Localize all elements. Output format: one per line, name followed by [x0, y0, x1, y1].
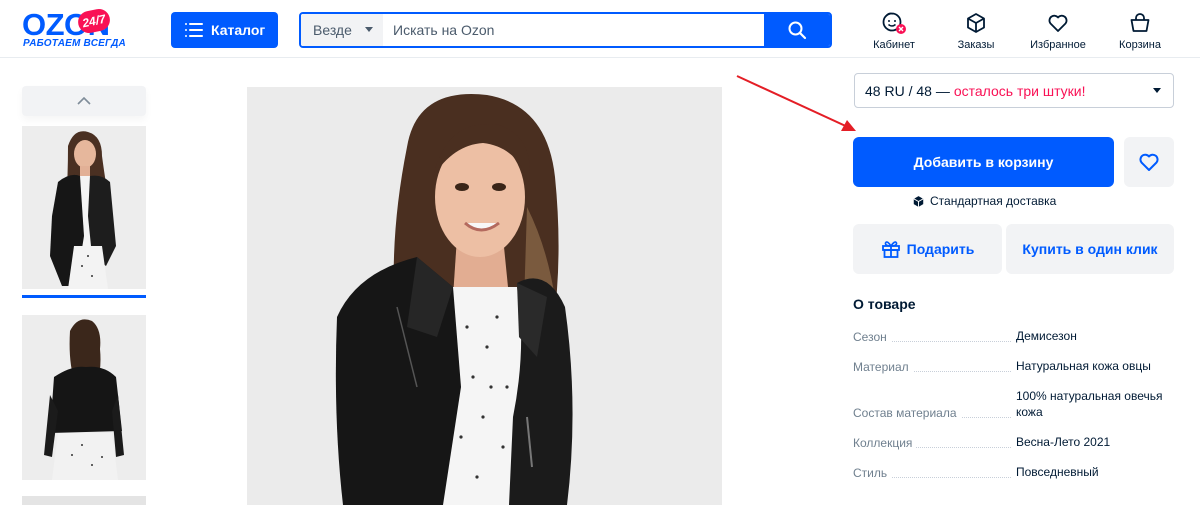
- spec-key: Коллекция: [853, 436, 917, 450]
- gift-button[interactable]: Подарить: [853, 224, 1002, 274]
- spec-key: Стиль: [853, 466, 892, 480]
- spec-row: Состав материала 100% натуральная овечья…: [853, 388, 1173, 420]
- cart-icon: [1130, 13, 1150, 32]
- spec-key: Состав материала: [853, 406, 961, 420]
- nav-cabinet[interactable]: Кабинет: [856, 10, 932, 51]
- search-input[interactable]: [383, 14, 764, 46]
- nav-cabinet-label: Кабинет: [873, 39, 915, 51]
- search-button[interactable]: [764, 14, 830, 46]
- buy-one-click-label: Купить в один клик: [1022, 241, 1158, 257]
- logo-tagline: РАБОТАЕМ ВСЕГДА: [23, 38, 126, 49]
- nav-favorites-label: Избранное: [1030, 39, 1086, 51]
- spec-value: Демисезон: [1016, 329, 1077, 343]
- menu-icon: [185, 23, 203, 37]
- site-header: OZON 24/7 РАБОТАЕМ ВСЕГДА Каталог Везде: [0, 0, 1200, 58]
- box-icon: [967, 13, 985, 33]
- spec-value: 100% натуральная овечья кожа: [1016, 389, 1163, 419]
- delivery-label: Стандартная доставка: [930, 194, 1057, 208]
- search-icon: [788, 21, 807, 40]
- spec-value: Весна-Лето 2021: [1016, 435, 1111, 449]
- spec-key: Материал: [853, 360, 913, 374]
- nav-cart[interactable]: Корзина: [1102, 10, 1178, 51]
- add-to-favorites-button[interactable]: [1124, 137, 1174, 187]
- gift-label: Подарить: [906, 241, 975, 257]
- nav-orders-label: Заказы: [957, 39, 995, 51]
- main-product-image[interactable]: [247, 87, 722, 505]
- spec-row: Сезон Демисезон: [853, 328, 1173, 344]
- red-arrow-annotation: [736, 75, 856, 131]
- search-scope-select[interactable]: Везде: [301, 14, 383, 46]
- thumbnail-front-image: [22, 126, 146, 289]
- chevron-down-icon: [1153, 88, 1161, 93]
- nav-favorites[interactable]: Избранное: [1020, 10, 1096, 51]
- size-select-value: 48 RU / 48 —: [865, 82, 950, 99]
- add-to-cart-button[interactable]: Добавить в корзину: [853, 137, 1114, 187]
- size-select[interactable]: 48 RU / 48 — осталось три штуки!: [854, 73, 1174, 108]
- spec-value: Повседневный: [1016, 465, 1099, 479]
- about-product-title: О товаре: [853, 296, 916, 312]
- thumbnail-next-partial[interactable]: [22, 496, 146, 505]
- spec-key: Сезон: [853, 330, 891, 344]
- search-scope-label: Везде: [313, 22, 352, 38]
- profile-icon: [882, 12, 906, 34]
- spec-value: Натуральная кожа овцы: [1016, 359, 1151, 373]
- spec-row: Материал Натуральная кожа овцы: [853, 358, 1173, 374]
- catalog-label: Каталог: [211, 22, 266, 38]
- catalog-button[interactable]: Каталог: [171, 12, 278, 48]
- thumbnail-back[interactable]: [22, 315, 146, 480]
- chevron-down-icon: [365, 27, 373, 32]
- thumbnail-front[interactable]: [22, 126, 146, 289]
- stock-warning: осталось три штуки!: [953, 82, 1086, 99]
- box-icon: [913, 195, 924, 207]
- spec-row: Коллекция Весна-Лето 2021: [853, 434, 1173, 450]
- product-photo: [247, 87, 722, 505]
- heart-icon: [1048, 14, 1068, 32]
- gift-icon: [881, 241, 900, 258]
- chevron-up-icon: [77, 97, 91, 105]
- thumbnail-back-image: [22, 315, 146, 480]
- buy-one-click-button[interactable]: Купить в один клик: [1006, 224, 1174, 274]
- thumbnail-selected-indicator: [22, 295, 146, 298]
- thumbnail-strip: [22, 86, 146, 505]
- ozon-logo[interactable]: OZON 24/7 РАБОТАЕМ ВСЕГДА: [22, 6, 132, 50]
- search-bar: Везде: [299, 12, 832, 48]
- heart-icon: [1139, 153, 1159, 171]
- spec-row: Стиль Повседневный: [853, 464, 1173, 480]
- delivery-info: Стандартная доставка: [912, 194, 1056, 208]
- add-to-cart-label: Добавить в корзину: [913, 154, 1054, 170]
- nav-cart-label: Корзина: [1119, 39, 1161, 51]
- nav-orders[interactable]: Заказы: [938, 10, 1014, 51]
- thumbnails-scroll-up-button[interactable]: [22, 86, 146, 116]
